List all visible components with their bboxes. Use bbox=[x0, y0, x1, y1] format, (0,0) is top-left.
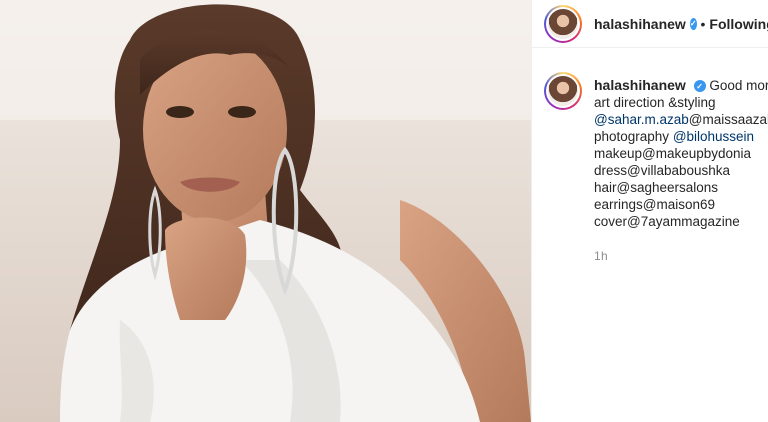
post-header: halashihanew ✓ • Following bbox=[532, 0, 768, 48]
post-side-panel: halashihanew ✓ • Following halashihanew … bbox=[531, 0, 768, 422]
post-timestamp[interactable]: 1h bbox=[594, 248, 768, 265]
caption-comment: halashihanew ✓ Good mornin art direction… bbox=[532, 48, 768, 265]
verified-badge-icon: ✓ bbox=[689, 17, 697, 30]
caption-line: earrings@maison69 bbox=[594, 197, 716, 212]
mention-link[interactable]: @sahar.m.azab bbox=[594, 112, 689, 127]
caption-text: halashihanew ✓ Good mornin art direction… bbox=[594, 77, 768, 265]
caption-intro: Good mornin bbox=[709, 78, 768, 93]
caption-line: hair@sagheersalons bbox=[594, 180, 719, 195]
caption-line: @sahar.m.azab@maissaazab bbox=[594, 112, 768, 127]
author-username[interactable]: halashihanew bbox=[594, 16, 686, 32]
caption-line: dress@villababoushka bbox=[594, 163, 731, 178]
caption-author-username[interactable]: halashihanew bbox=[594, 77, 686, 93]
post-image bbox=[0, 0, 531, 422]
mention-link[interactable]: @bilohussein bbox=[673, 129, 754, 144]
caption-author-avatar[interactable] bbox=[544, 72, 582, 110]
author-avatar[interactable] bbox=[544, 4, 582, 43]
header-separator: • bbox=[700, 15, 706, 32]
caption-line: makeup@makeupbydonia bbox=[594, 146, 752, 161]
caption-verified-badge-icon: ✓ bbox=[693, 80, 706, 93]
post-photo[interactable] bbox=[0, 0, 531, 422]
caption-line: art direction &styling bbox=[594, 95, 716, 110]
caption-line: cover@7ayammagazine bbox=[594, 214, 740, 229]
caption-line: photography @bilohussein bbox=[594, 129, 755, 144]
following-button[interactable]: Following bbox=[709, 16, 768, 32]
